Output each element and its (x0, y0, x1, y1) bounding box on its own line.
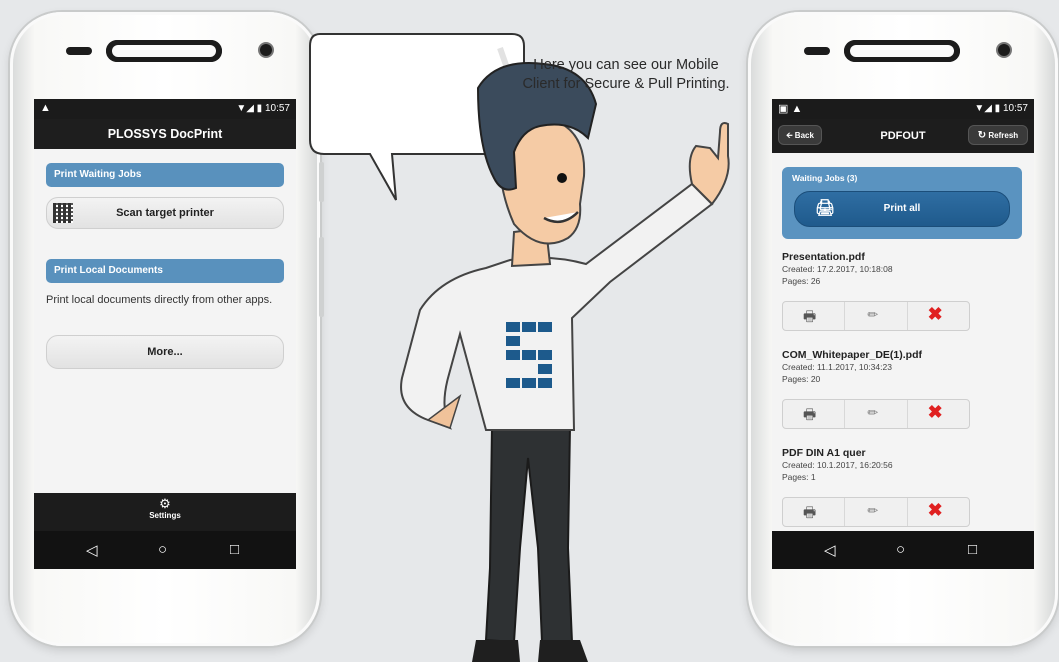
signal-icon: ▼◢ ▮ (236, 103, 263, 114)
job-actions: 🖶 ✏ ✖ (782, 301, 970, 331)
job-list: Waiting Jobs (3) 🖨 Print all Presentatio… (772, 153, 1034, 531)
job-actions: 🖶 ✏ ✖ (782, 399, 970, 429)
list-item: PDF DIN A1 quer Created: 10.1.2017, 16:2… (782, 447, 1032, 527)
job-name: PDF DIN A1 quer (782, 447, 866, 459)
more-button[interactable]: More... (46, 335, 284, 369)
job-actions: 🖶 ✏ ✖ (782, 497, 970, 527)
front-camera (998, 44, 1010, 56)
app-title: PLOSSYS DocPrint (34, 119, 296, 149)
status-time: ▼◢ ▮ 10:57 (236, 103, 290, 114)
left-phone: ▲ ▼◢ ▮ 10:57 PLOSSYS DocPrint Print Wait… (10, 12, 324, 646)
printer-icon: 🖶 (803, 406, 817, 422)
pen-icon: ✏ (867, 503, 879, 518)
sensor (804, 47, 830, 55)
signal-icon: ▼◢ ▮ (974, 103, 1001, 114)
right-phone: ▣ ▲ ▼◢ ▮ 10:57 🡨 Back PDFOUT ↻ Refresh W… (748, 12, 1058, 646)
edit-job-button[interactable]: ✏ (845, 498, 908, 526)
left-screen: ▲ ▼◢ ▮ 10:57 PLOSSYS DocPrint Print Wait… (34, 99, 296, 569)
delete-job-button[interactable]: ✖ (908, 498, 969, 526)
edit-job-button[interactable]: ✏ (845, 400, 908, 428)
home-circle-icon[interactable]: ○ (158, 541, 167, 558)
title-bar: 🡨 Back PDFOUT ↻ Refresh (772, 119, 1034, 153)
delete-job-button[interactable]: ✖ (908, 302, 969, 330)
status-bar: ▣ ▲ ▼◢ ▮ 10:57 (772, 99, 1034, 119)
section-print-local-documents: Print Local Documents (46, 259, 284, 283)
back-triangle-icon[interactable]: ◁ (86, 541, 98, 559)
job-created: Created: 10.1.2017, 16:20:56 (782, 460, 893, 470)
android-nav-bar: ◁ ○ □ (34, 531, 296, 569)
pen-icon: ✏ (867, 405, 879, 420)
sensor (66, 47, 92, 55)
legs (472, 425, 588, 662)
warning-icon: ▲ (40, 102, 51, 114)
section-print-waiting-jobs: Print Waiting Jobs (46, 163, 284, 187)
print-job-button[interactable]: 🖶 (783, 400, 846, 428)
mascot-illustration (309, 33, 730, 662)
sealsystems-logo (506, 322, 552, 388)
print-job-button[interactable]: 🖶 (783, 498, 846, 526)
earpiece-speaker (106, 40, 222, 62)
settings-tab[interactable]: ⚙ Settings (34, 493, 296, 531)
refresh-icon: ↻ (977, 130, 987, 141)
job-created: Created: 11.1.2017, 10:34:23 (782, 362, 892, 372)
status-time: ▼◢ ▮ 10:57 (974, 103, 1028, 114)
android-nav-bar: ◁ ○ □ (772, 531, 1034, 569)
front-camera (260, 44, 272, 56)
local-description: Print local documents directly from othe… (46, 294, 273, 306)
waiting-jobs-header: Waiting Jobs (3) (792, 173, 858, 183)
job-pages: Pages: 20 (782, 374, 821, 384)
pen-icon: ✏ (867, 307, 879, 322)
delete-x-icon: ✖ (927, 402, 943, 422)
job-created: Created: 17.2.2017, 10:18:08 (782, 264, 893, 274)
clock: 10:57 (264, 103, 290, 114)
recents-square-icon[interactable]: □ (968, 541, 977, 558)
home-circle-icon[interactable]: ○ (896, 541, 905, 558)
refresh-label: Refresh (988, 131, 1019, 140)
qr-code-icon (53, 203, 73, 223)
job-pages: Pages: 1 (782, 472, 816, 482)
printer-icon: 🖶 (803, 504, 817, 520)
main-content: Print Waiting Jobs Scan target printer P… (34, 149, 296, 493)
status-bar: ▲ ▼◢ ▮ 10:57 (34, 99, 296, 119)
caption-text: Here you can see our Mobile Client for S… (522, 57, 730, 92)
list-item: Presentation.pdf Created: 17.2.2017, 10:… (782, 251, 1032, 331)
delete-x-icon: ✖ (927, 500, 943, 520)
delete-x-icon: ✖ (927, 304, 943, 324)
back-triangle-icon[interactable]: ◁ (824, 541, 836, 559)
notification-icons: ▣ ▲ (778, 103, 803, 115)
settings-label: Settings (149, 511, 181, 520)
print-all-label: Print all (883, 203, 921, 214)
edit-job-button[interactable]: ✏ (845, 302, 908, 330)
gear-icon: ⚙ (159, 496, 171, 511)
list-item: COM_Whitepaper_DE(1).pdf Created: 11.1.2… (782, 349, 1032, 429)
waiting-jobs-panel: Waiting Jobs (3) 🖨 Print all (782, 167, 1022, 239)
recents-square-icon[interactable]: □ (230, 541, 239, 558)
printer-icon: 🖨 (815, 200, 836, 217)
job-name: COM_Whitepaper_DE(1).pdf (782, 349, 923, 361)
clock: 10:57 (1002, 103, 1028, 114)
job-pages: Pages: 26 (782, 276, 821, 286)
right-screen: ▣ ▲ ▼◢ ▮ 10:57 🡨 Back PDFOUT ↻ Refresh W… (772, 99, 1034, 569)
delete-job-button[interactable]: ✖ (908, 400, 969, 428)
print-job-button[interactable]: 🖶 (783, 302, 846, 330)
printer-icon: 🖶 (803, 308, 817, 324)
job-name: Presentation.pdf (782, 251, 865, 263)
scan-button-label: Scan target printer (116, 207, 214, 219)
refresh-button[interactable]: ↻ Refresh (968, 125, 1028, 145)
print-all-button[interactable]: 🖨 Print all (794, 191, 1010, 227)
scan-target-printer-button[interactable]: Scan target printer (46, 197, 284, 229)
earpiece-speaker (844, 40, 960, 62)
